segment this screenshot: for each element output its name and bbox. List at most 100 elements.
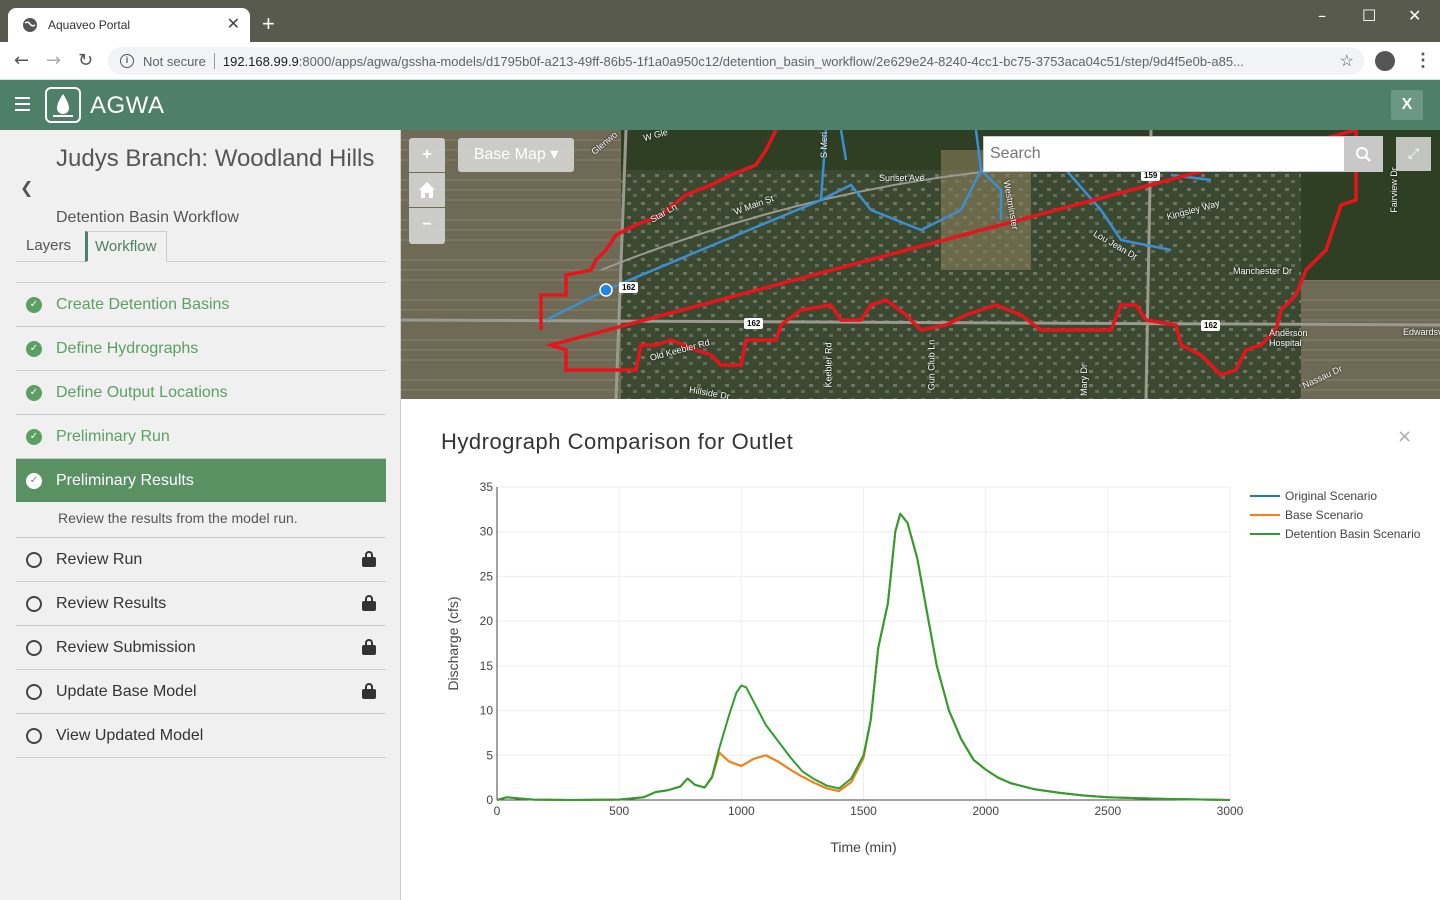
project-title: Judys Branch: Woodland Hills (56, 145, 375, 172)
check-circle-icon: ✓ (26, 428, 42, 445)
browser-titlebar: Aquaveo Portal ✕ + – ☐ ✕ (0, 0, 1440, 42)
check-circle-icon: ✓ (26, 472, 42, 489)
workflow-sidebar: ❮ Judys Branch: Woodland Hills Detention… (0, 130, 401, 900)
map-label: Anderson Hospital (1269, 328, 1308, 348)
back-arrow-icon[interactable]: ← (14, 50, 29, 71)
tab-layers[interactable]: Layers (16, 231, 81, 262)
step-review-submission[interactable]: Review Submission (16, 625, 386, 669)
map-search-button[interactable] (1344, 136, 1383, 172)
map-view[interactable]: Glenwo W Gle S Meri Sunset Ave Westminst… (401, 130, 1440, 399)
legend-label-detention-basin-scenario: Detention Basin Scenario (1285, 527, 1421, 541)
tab-close-icon[interactable]: ✕ (227, 17, 240, 33)
app-close-button[interactable]: X (1391, 90, 1423, 120)
map-label: S Meri (819, 131, 830, 159)
search-icon (1356, 147, 1371, 162)
sidebar-tabs: Layers Workflow (16, 231, 386, 262)
step-preliminary-run[interactable]: ✓ Preliminary Run (16, 414, 386, 458)
profile-avatar-icon[interactable] (1375, 51, 1395, 71)
step-update-base-model[interactable]: Update Base Model (16, 669, 386, 713)
close-window-button[interactable]: ✕ (1408, 6, 1421, 25)
step-review-results[interactable]: Review Results (16, 581, 386, 625)
y-tick-label: 35 (480, 480, 494, 494)
bookmark-star-icon[interactable]: ☆ (1340, 51, 1354, 71)
map-label: Sunset Ave (879, 173, 925, 183)
tab-workflow[interactable]: Workflow (85, 231, 168, 262)
zoom-in-button[interactable]: + (409, 138, 445, 172)
lock-icon (362, 551, 376, 567)
tab-title: Aquaveo Portal (48, 18, 131, 32)
check-circle-icon: ✓ (26, 340, 42, 357)
step-label: Review Run (56, 550, 143, 568)
lock-icon (362, 595, 376, 611)
workflow-subtitle: Detention Basin Workflow (56, 209, 239, 226)
y-tick-label: 0 (486, 793, 493, 807)
lock-icon (362, 683, 376, 699)
maximize-button[interactable]: ☐ (1362, 6, 1376, 25)
active-step-description: Review the results from the model run. (58, 510, 298, 526)
y-tick-label: 15 (480, 659, 494, 673)
reload-icon[interactable]: ↻ (78, 50, 93, 71)
x-axis-label: Time (min) (830, 839, 896, 855)
map-label: Gun Club Ln (926, 339, 937, 391)
browser-tab[interactable]: Aquaveo Portal ✕ (8, 8, 250, 42)
empty-circle-icon (26, 595, 42, 612)
empty-circle-icon (26, 551, 42, 568)
zoom-out-button[interactable]: − (409, 208, 445, 244)
new-tab-button[interactable]: + (262, 13, 275, 35)
y-tick-label: 25 (480, 569, 494, 583)
step-label: Update Base Model (56, 682, 197, 700)
forward-arrow-icon[interactable]: → (46, 50, 61, 71)
step-label: Define Output Locations (56, 383, 228, 401)
map-label: Mary Dr (1079, 364, 1089, 396)
step-label: Preliminary Run (56, 427, 170, 445)
x-tick-label: 3000 (1217, 804, 1244, 818)
basemap-dropdown[interactable]: Base Map ▾ (458, 138, 574, 172)
app-title: AGWA (90, 92, 165, 119)
y-tick-label: 5 (486, 748, 493, 762)
empty-circle-icon (26, 727, 42, 744)
step-define-hydrographs[interactable]: ✓ Define Hydrographs (16, 326, 386, 370)
step-label: Preliminary Results (56, 471, 194, 489)
route-shield: 162 (1201, 320, 1221, 331)
legend-label-original-scenario: Original Scenario (1285, 489, 1377, 503)
step-review-run[interactable]: Review Run (16, 537, 386, 581)
step-define-output-locations[interactable]: ✓ Define Output Locations (16, 370, 386, 414)
lock-icon (362, 639, 376, 655)
step-preliminary-results[interactable]: ✓ Preliminary Results (16, 458, 386, 502)
globe-icon (23, 18, 37, 32)
workflow-steps: ✓ Create Detention Basins ✓ Define Hydro… (16, 282, 386, 758)
agwa-logo-icon (45, 87, 81, 123)
y-tick-label: 30 (480, 525, 494, 539)
x-tick-label: 2000 (972, 804, 999, 818)
hydrograph-panel: Hydrograph Comparison for Outlet × 0 500 1… (401, 399, 1440, 900)
address-bar: ← → ↻ i Not secure 192.168.99.9 :8000/ap… (0, 42, 1440, 80)
step-view-updated-model[interactable]: View Updated Model (16, 713, 386, 757)
step-label: Review Submission (56, 638, 196, 656)
y-tick-label: 20 (480, 614, 494, 628)
url-omnibox[interactable]: i Not secure 192.168.99.9 :8000/apps/agw… (108, 47, 1364, 75)
step-label: Review Results (56, 594, 167, 612)
x-tick-label: 1000 (728, 804, 755, 818)
y-axis-label: Discharge (cfs) (445, 596, 461, 690)
map-label: Manchester Dr (1233, 266, 1293, 276)
home-extent-button[interactable] (409, 173, 445, 207)
back-chevron-icon[interactable]: ❮ (20, 178, 33, 197)
step-label: Define Hydrographs (56, 339, 199, 357)
step-create-detention-basins[interactable]: ✓ Create Detention Basins (16, 282, 386, 326)
x-tick-label: 500 (609, 804, 629, 818)
info-icon[interactable]: i (120, 54, 134, 68)
omnibox-divider (213, 53, 215, 69)
map-label: Edwardsv (1403, 327, 1440, 337)
route-shield: 162 (744, 318, 764, 329)
check-circle-icon: ✓ (26, 384, 42, 401)
empty-circle-icon (26, 683, 42, 700)
hamburger-menu-icon[interactable] (15, 97, 30, 111)
steps-bottom-divider (16, 757, 386, 758)
fullscreen-expand-icon[interactable]: ⤢ (1396, 137, 1431, 171)
url-host: 192.168.99.9 (222, 53, 299, 69)
minimize-button[interactable]: – (1318, 6, 1326, 25)
hydrograph-chart[interactable]: 0 500 1000 1500 2000 2500 3000 0 5 10 15 20 25 30 35 Ti… (401, 399, 1440, 900)
map-search-input[interactable] (983, 136, 1345, 172)
browser-menu-icon[interactable]: ⋮ (1414, 50, 1432, 71)
x-tick-label: 0 (494, 804, 501, 818)
